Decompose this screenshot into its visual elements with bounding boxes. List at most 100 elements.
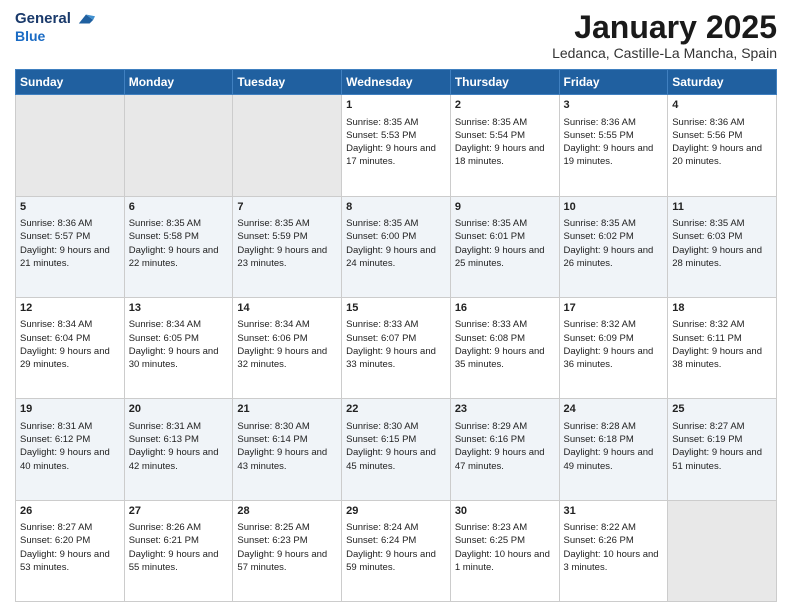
- day-number: 9: [455, 200, 555, 215]
- daylight-label: Daylight: 9 hours and 55 minutes.: [129, 549, 219, 573]
- day-number: 3: [564, 98, 664, 113]
- weekday-header-saturday: Saturday: [668, 70, 777, 95]
- day-cell: 27Sunrise: 8:26 AMSunset: 6:21 PMDayligh…: [124, 500, 233, 601]
- daylight-label: Daylight: 9 hours and 47 minutes.: [455, 447, 545, 471]
- sunrise: Sunrise: 8:36 AM: [672, 117, 744, 128]
- logo: General Blue: [15, 10, 95, 45]
- sunset: Sunset: 6:20 PM: [20, 535, 90, 546]
- day-number: 2: [455, 98, 555, 113]
- sunset: Sunset: 5:57 PM: [20, 231, 90, 242]
- daylight-label: Daylight: 9 hours and 17 minutes.: [346, 143, 436, 167]
- logo-blue-text: Blue: [15, 28, 95, 45]
- weekday-header-thursday: Thursday: [450, 70, 559, 95]
- weekday-header-monday: Monday: [124, 70, 233, 95]
- sunset: Sunset: 5:53 PM: [346, 130, 416, 141]
- sunrise: Sunrise: 8:30 AM: [346, 421, 418, 432]
- sunrise: Sunrise: 8:23 AM: [455, 522, 527, 533]
- daylight-label: Daylight: 9 hours and 18 minutes.: [455, 143, 545, 167]
- sunrise: Sunrise: 8:24 AM: [346, 522, 418, 533]
- sunset: Sunset: 6:00 PM: [346, 231, 416, 242]
- day-number: 20: [129, 402, 229, 417]
- weekday-header-wednesday: Wednesday: [342, 70, 451, 95]
- sunset: Sunset: 6:08 PM: [455, 333, 525, 344]
- sunrise: Sunrise: 8:34 AM: [237, 319, 309, 330]
- week-row-1: 1Sunrise: 8:35 AMSunset: 5:53 PMDaylight…: [16, 95, 777, 196]
- day-cell: 29 Sunrise: 8:24 AM Sunset: 6:24 PM Dayligh…: [342, 500, 451, 601]
- day-number: 1: [346, 98, 446, 113]
- sunrise: Sunrise: 8:35 AM: [237, 218, 309, 229]
- day-cell: 14Sunrise: 8:34 AMSunset: 6:06 PMDayligh…: [233, 297, 342, 398]
- sunset: Sunset: 6:21 PM: [129, 535, 199, 546]
- day-number: 7: [237, 200, 337, 215]
- daylight-label: Daylight: 9 hours and 51 minutes.: [672, 447, 762, 471]
- sunset: Sunset: 6:14 PM: [237, 434, 307, 445]
- weekday-header-sunday: Sunday: [16, 70, 125, 95]
- calendar-table: SundayMondayTuesdayWednesdayThursdayFrid…: [15, 69, 777, 602]
- sunrise: Sunrise: 8:35 AM: [346, 218, 418, 229]
- sunset: Sunset: 6:02 PM: [564, 231, 634, 242]
- daylight-label: Daylight: 9 hours and 19 minutes.: [564, 143, 654, 167]
- sunrise: Sunrise: 8:29 AM: [455, 421, 527, 432]
- week-row-5: 26Sunrise: 8:27 AMSunset: 6:20 PMDayligh…: [16, 500, 777, 601]
- sunset: Sunset: 5:58 PM: [129, 231, 199, 242]
- sunrise: Sunrise: 8:35 AM: [564, 218, 636, 229]
- day-number: 31: [564, 504, 664, 519]
- sunset: Sunset: 6:23 PM: [237, 535, 307, 546]
- daylight-label: Daylight: 10 hours and 3 minutes.: [564, 549, 659, 573]
- sunrise: Sunrise: 8:31 AM: [20, 421, 92, 432]
- day-cell: 30Sunrise: 8:23 AMSunset: 6:25 PMDayligh…: [450, 500, 559, 601]
- sunset: Sunset: 6:05 PM: [129, 333, 199, 344]
- daylight-label: Daylight: 9 hours and 25 minutes.: [455, 245, 545, 269]
- sunrise: Sunrise: 8:28 AM: [564, 421, 636, 432]
- day-cell: [124, 95, 233, 196]
- sunset: Sunset: 6:19 PM: [672, 434, 742, 445]
- day-cell: 22Sunrise: 8:30 AMSunset: 6:15 PMDayligh…: [342, 399, 451, 500]
- daylight-label: Daylight: 9 hours and 45 minutes.: [346, 447, 436, 471]
- daylight-label: Daylight: 9 hours and 36 minutes.: [564, 346, 654, 370]
- sunset: Sunset: 6:12 PM: [20, 434, 90, 445]
- day-number: 16: [455, 301, 555, 316]
- day-cell: 20Sunrise: 8:31 AMSunset: 6:13 PMDayligh…: [124, 399, 233, 500]
- sunset: Sunset: 6:24 PM: [346, 535, 416, 546]
- daylight-label: Daylight: 9 hours and 22 minutes.: [129, 245, 219, 269]
- logo-icon: [77, 12, 95, 26]
- daylight-label: Daylight: 9 hours and 49 minutes.: [564, 447, 654, 471]
- day-number: 4: [672, 98, 772, 113]
- daylight-label: Daylight: 9 hours and 23 minutes.: [237, 245, 327, 269]
- daylight-label: Daylight: 9 hours and 33 minutes.: [346, 346, 436, 370]
- day-cell: 5Sunrise: 8:36 AMSunset: 5:57 PMDaylight…: [16, 196, 125, 297]
- sunrise: Sunrise: 8:27 AM: [20, 522, 92, 533]
- title-block: January 2025 Ledanca, Castille-La Mancha…: [552, 10, 777, 61]
- day-cell: 7Sunrise: 8:35 AMSunset: 5:59 PMDaylight…: [233, 196, 342, 297]
- day-cell: 9Sunrise: 8:35 AMSunset: 6:01 PMDaylight…: [450, 196, 559, 297]
- day-number: 13: [129, 301, 229, 316]
- day-cell: 17Sunrise: 8:32 AMSunset: 6:09 PMDayligh…: [559, 297, 668, 398]
- day-number: 8: [346, 200, 446, 215]
- logo-general-text: General: [15, 10, 71, 27]
- week-row-3: 12Sunrise: 8:34 AMSunset: 6:04 PMDayligh…: [16, 297, 777, 398]
- day-number: 29: [346, 504, 446, 519]
- week-row-4: 19Sunrise: 8:31 AMSunset: 6:12 PMDayligh…: [16, 399, 777, 500]
- day-number: 11: [672, 200, 772, 215]
- daylight-label: Daylight: 9 hours and 28 minutes.: [672, 245, 762, 269]
- day-number: 10: [564, 200, 664, 215]
- sunrise: Sunrise: 8:34 AM: [20, 319, 92, 330]
- day-cell: 6Sunrise: 8:35 AMSunset: 5:58 PMDaylight…: [124, 196, 233, 297]
- day-cell: 2Sunrise: 8:35 AMSunset: 5:54 PMDaylight…: [450, 95, 559, 196]
- day-number: 28: [237, 504, 337, 519]
- sunset: Sunset: 6:04 PM: [20, 333, 90, 344]
- sunrise: Sunrise: 8:32 AM: [672, 319, 744, 330]
- day-cell: 13Sunrise: 8:34 AMSunset: 6:05 PMDayligh…: [124, 297, 233, 398]
- sunset: Sunset: 6:25 PM: [455, 535, 525, 546]
- day-cell: 25Sunrise: 8:27 AMSunset: 6:19 PMDayligh…: [668, 399, 777, 500]
- daylight-label: Daylight: 9 hours and 59 minutes.: [346, 549, 436, 573]
- daylight-label: Daylight: 9 hours and 42 minutes.: [129, 447, 219, 471]
- sunset: Sunset: 6:09 PM: [564, 333, 634, 344]
- daylight-label: Daylight: 9 hours and 29 minutes.: [20, 346, 110, 370]
- sunset: Sunset: 6:15 PM: [346, 434, 416, 445]
- location: Ledanca, Castille-La Mancha, Spain: [552, 45, 777, 61]
- header: General Blue January 2025 Ledanca, Casti…: [15, 10, 777, 61]
- day-cell: 21Sunrise: 8:30 AMSunset: 6:14 PMDayligh…: [233, 399, 342, 500]
- day-cell: 3Sunrise: 8:36 AMSunset: 5:55 PMDaylight…: [559, 95, 668, 196]
- sunrise: Sunrise: 8:34 AM: [129, 319, 201, 330]
